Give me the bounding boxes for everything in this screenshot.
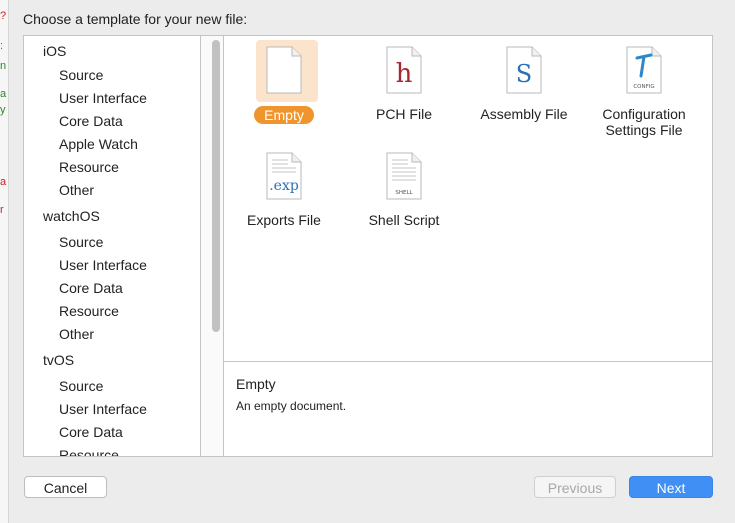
sidebar-item-watchos-resource[interactable]: Resource: [59, 301, 119, 321]
sidebar-item-tvos-source[interactable]: Source: [59, 376, 103, 396]
sidebar-platform-tvos[interactable]: tvOS: [43, 350, 74, 370]
template-exports-file[interactable]: .exp Exports File: [227, 144, 341, 234]
template-label-configuration-settings-file: Configuration Settings File: [602, 106, 686, 138]
sidebar-item-ios-resource[interactable]: Resource: [59, 157, 119, 177]
template-label-exports-file: Exports File: [247, 212, 321, 228]
sidebar-platform-watchos[interactable]: watchOS: [43, 206, 100, 226]
template-configuration-settings-file[interactable]: CONFIG Configuration Settings File: [587, 36, 701, 138]
template-grid: Empty h PCH File S Assembly File CONFIG …: [224, 36, 712, 362]
sidebar-item-tvos-core-data[interactable]: Core Data: [59, 422, 123, 442]
sidebar-item-ios-other[interactable]: Other: [59, 180, 94, 200]
sidebar-scrollbar-thumb[interactable]: [212, 40, 220, 332]
cancel-button[interactable]: Cancel: [24, 476, 107, 498]
sidebar-item-ios-core-data[interactable]: Core Data: [59, 111, 123, 131]
sidebar-item-ios-apple-watch[interactable]: Apple Watch: [59, 134, 138, 154]
shell-script-icon: SHELL: [386, 152, 422, 200]
template-label-shell-script: Shell Script: [368, 212, 440, 228]
svg-text:.exp: .exp: [269, 178, 299, 194]
blank-file-icon: [266, 46, 302, 94]
template-panel: iOS Source User Interface Core Data Appl…: [23, 35, 713, 457]
template-label-empty: Empty: [254, 106, 314, 124]
previous-button[interactable]: Previous: [534, 476, 616, 498]
template-shell-script[interactable]: SHELL Shell Script: [347, 144, 461, 234]
description-text: An empty document.: [236, 399, 347, 413]
exports-file-icon: .exp: [266, 152, 302, 200]
dialog-title: Choose a template for your new file:: [23, 11, 248, 27]
background-window-edge: ? : n a y a r: [0, 0, 9, 523]
svg-text:S: S: [516, 60, 532, 88]
next-button[interactable]: Next: [629, 476, 713, 498]
assembly-file-icon: S: [506, 46, 542, 94]
sidebar-item-watchos-other[interactable]: Other: [59, 324, 94, 344]
sidebar-item-watchos-user-interface[interactable]: User Interface: [59, 255, 147, 275]
template-label-assembly-file: Assembly File: [480, 106, 568, 122]
template-assembly-file[interactable]: S Assembly File: [467, 36, 581, 136]
template-empty[interactable]: Empty: [227, 36, 341, 136]
platform-sidebar: iOS Source User Interface Core Data Appl…: [24, 36, 201, 456]
sidebar-item-ios-user-interface[interactable]: User Interface: [59, 88, 147, 108]
svg-text:CONFIG: CONFIG: [633, 84, 654, 90]
header-file-icon: h: [386, 46, 422, 94]
svg-text:h: h: [396, 59, 413, 89]
sidebar-item-tvos-resource[interactable]: Resource: [59, 445, 119, 456]
template-pch-file[interactable]: h PCH File: [347, 36, 461, 136]
template-label-pch-file: PCH File: [375, 106, 432, 122]
description-pane: Empty An empty document.: [225, 362, 712, 456]
sidebar-item-watchos-core-data[interactable]: Core Data: [59, 278, 123, 298]
sidebar-item-tvos-user-interface[interactable]: User Interface: [59, 399, 147, 419]
sidebar-platform-ios[interactable]: iOS: [43, 41, 66, 61]
sidebar-item-watchos-source[interactable]: Source: [59, 232, 103, 252]
svg-text:SHELL: SHELL: [395, 190, 413, 196]
config-file-icon: CONFIG: [626, 46, 662, 94]
sidebar-item-ios-source[interactable]: Source: [59, 65, 103, 85]
description-title: Empty: [236, 376, 276, 392]
